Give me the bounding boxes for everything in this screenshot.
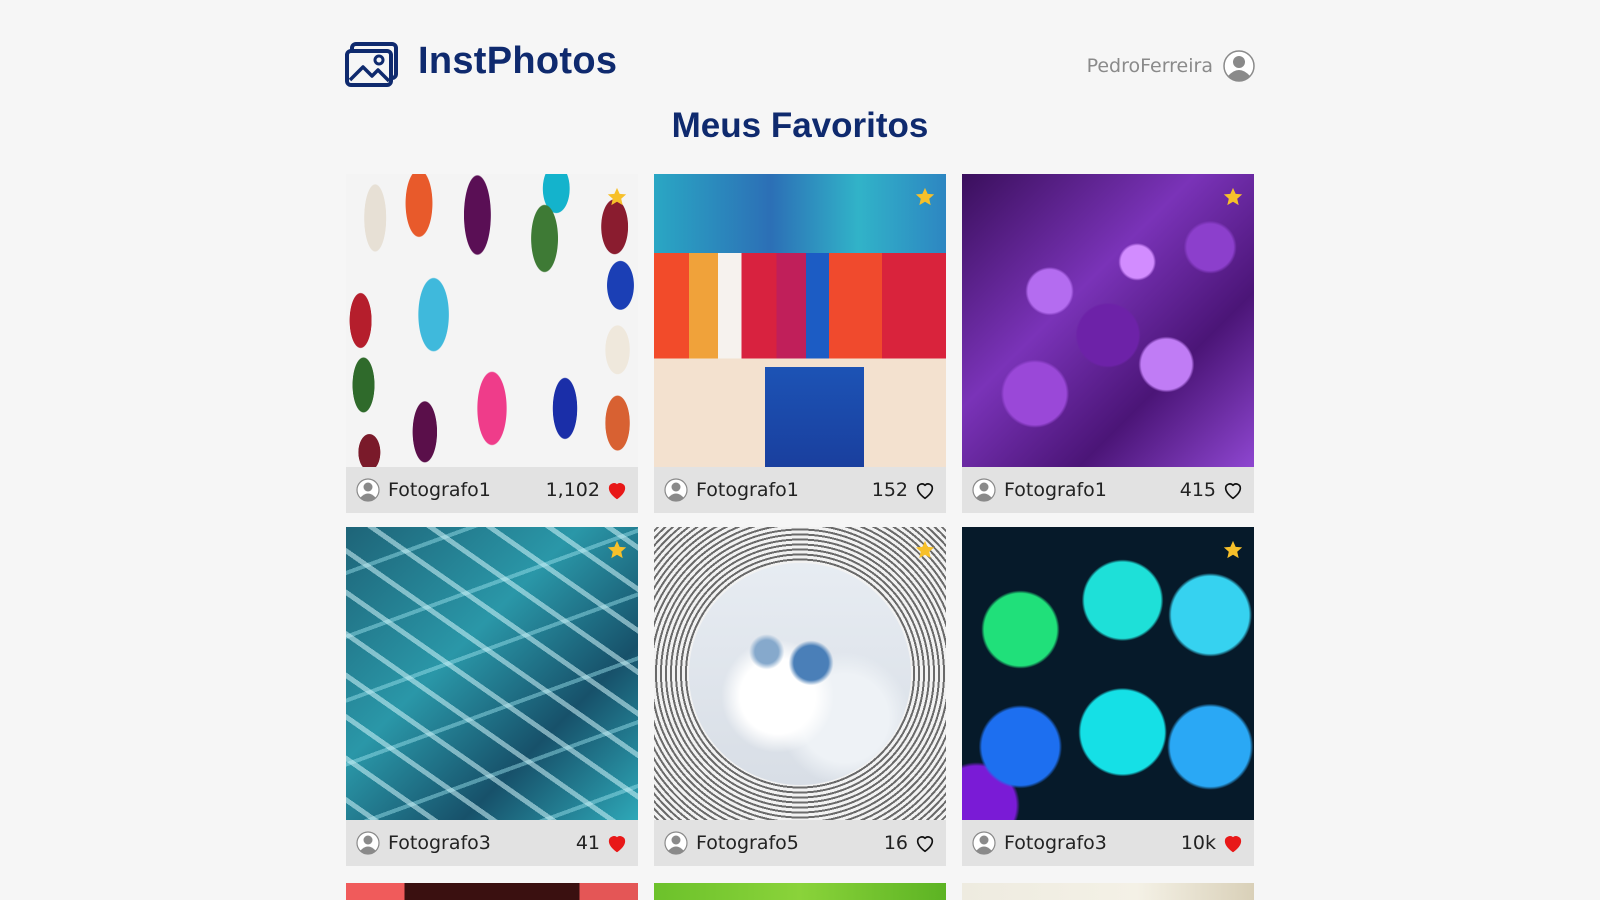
photo-card[interactable]: Fotografo5 16	[654, 527, 946, 866]
heart-icon[interactable]	[606, 832, 628, 854]
photo-card[interactable]: Fotografo3 10k	[962, 527, 1254, 866]
photo-image[interactable]	[962, 174, 1254, 467]
like-count: 16	[883, 832, 908, 854]
star-icon[interactable]	[914, 186, 936, 208]
photo-author[interactable]: Fotografo3	[388, 832, 576, 854]
photo-footer: Fotografo1 152	[654, 467, 946, 513]
like-count: 41	[575, 832, 600, 854]
author-avatar-icon	[356, 831, 380, 855]
star-icon[interactable]	[914, 539, 936, 561]
star-icon[interactable]	[606, 539, 628, 561]
photo-image[interactable]	[654, 174, 946, 467]
photo-image[interactable]	[962, 527, 1254, 820]
photo-author[interactable]: Fotografo1	[1004, 479, 1180, 501]
like-count: 152	[871, 479, 908, 501]
photo-card-partial[interactable]	[346, 883, 638, 900]
star-icon[interactable]	[1222, 539, 1244, 561]
heart-icon[interactable]	[1222, 832, 1244, 854]
photo-footer: Fotografo1 1,102	[346, 467, 638, 513]
photo-grid: Fotografo1 1,102 Fotografo1 152 Fotograf…	[346, 174, 1254, 866]
photo-footer: Fotografo3 41	[346, 820, 638, 866]
like-count: 415	[1179, 479, 1216, 501]
photo-image[interactable]	[654, 527, 946, 820]
photo-footer: Fotografo1 415	[962, 467, 1254, 513]
page-title: Meus Favoritos	[671, 106, 929, 145]
star-icon[interactable]	[1222, 186, 1244, 208]
photo-footer: Fotografo3 10k	[962, 820, 1254, 866]
photo-card[interactable]: Fotografo1 415	[962, 174, 1254, 513]
photo-author[interactable]: Fotografo5	[696, 832, 884, 854]
heart-icon[interactable]	[1222, 479, 1244, 501]
photo-image[interactable]	[346, 174, 638, 467]
author-avatar-icon	[972, 831, 996, 855]
photo-card[interactable]: Fotografo1 152	[654, 174, 946, 513]
author-avatar-icon	[972, 478, 996, 502]
photo-card-partial[interactable]	[654, 883, 946, 900]
heart-icon[interactable]	[914, 832, 936, 854]
image-gallery-icon[interactable]	[345, 42, 399, 88]
photo-grid-next-row	[346, 883, 1254, 900]
photo-card[interactable]: Fotografo1 1,102	[346, 174, 638, 513]
user-menu[interactable]: PedroFerreira	[1087, 50, 1255, 82]
app-brand[interactable]: InstPhotos	[418, 40, 617, 83]
photo-card-partial[interactable]	[962, 883, 1254, 900]
author-avatar-icon	[664, 478, 688, 502]
photo-author[interactable]: Fotografo1	[696, 479, 872, 501]
star-icon[interactable]	[606, 186, 628, 208]
author-avatar-icon	[664, 831, 688, 855]
heart-icon[interactable]	[914, 479, 936, 501]
photo-detail	[689, 562, 911, 785]
like-count: 1,102	[545, 479, 600, 501]
page: InstPhotos PedroFerreira Meus Favoritos …	[0, 0, 1600, 900]
photo-footer: Fotografo5 16	[654, 820, 946, 866]
author-avatar-icon	[356, 478, 380, 502]
username: PedroFerreira	[1086, 55, 1213, 77]
photo-author[interactable]: Fotografo1	[388, 479, 546, 501]
photo-author[interactable]: Fotografo3	[1004, 832, 1181, 854]
user-avatar-icon	[1223, 50, 1255, 82]
like-count: 10k	[1180, 832, 1216, 854]
photo-card[interactable]: Fotografo3 41	[346, 527, 638, 866]
heart-icon[interactable]	[606, 479, 628, 501]
photo-image[interactable]	[346, 527, 638, 820]
